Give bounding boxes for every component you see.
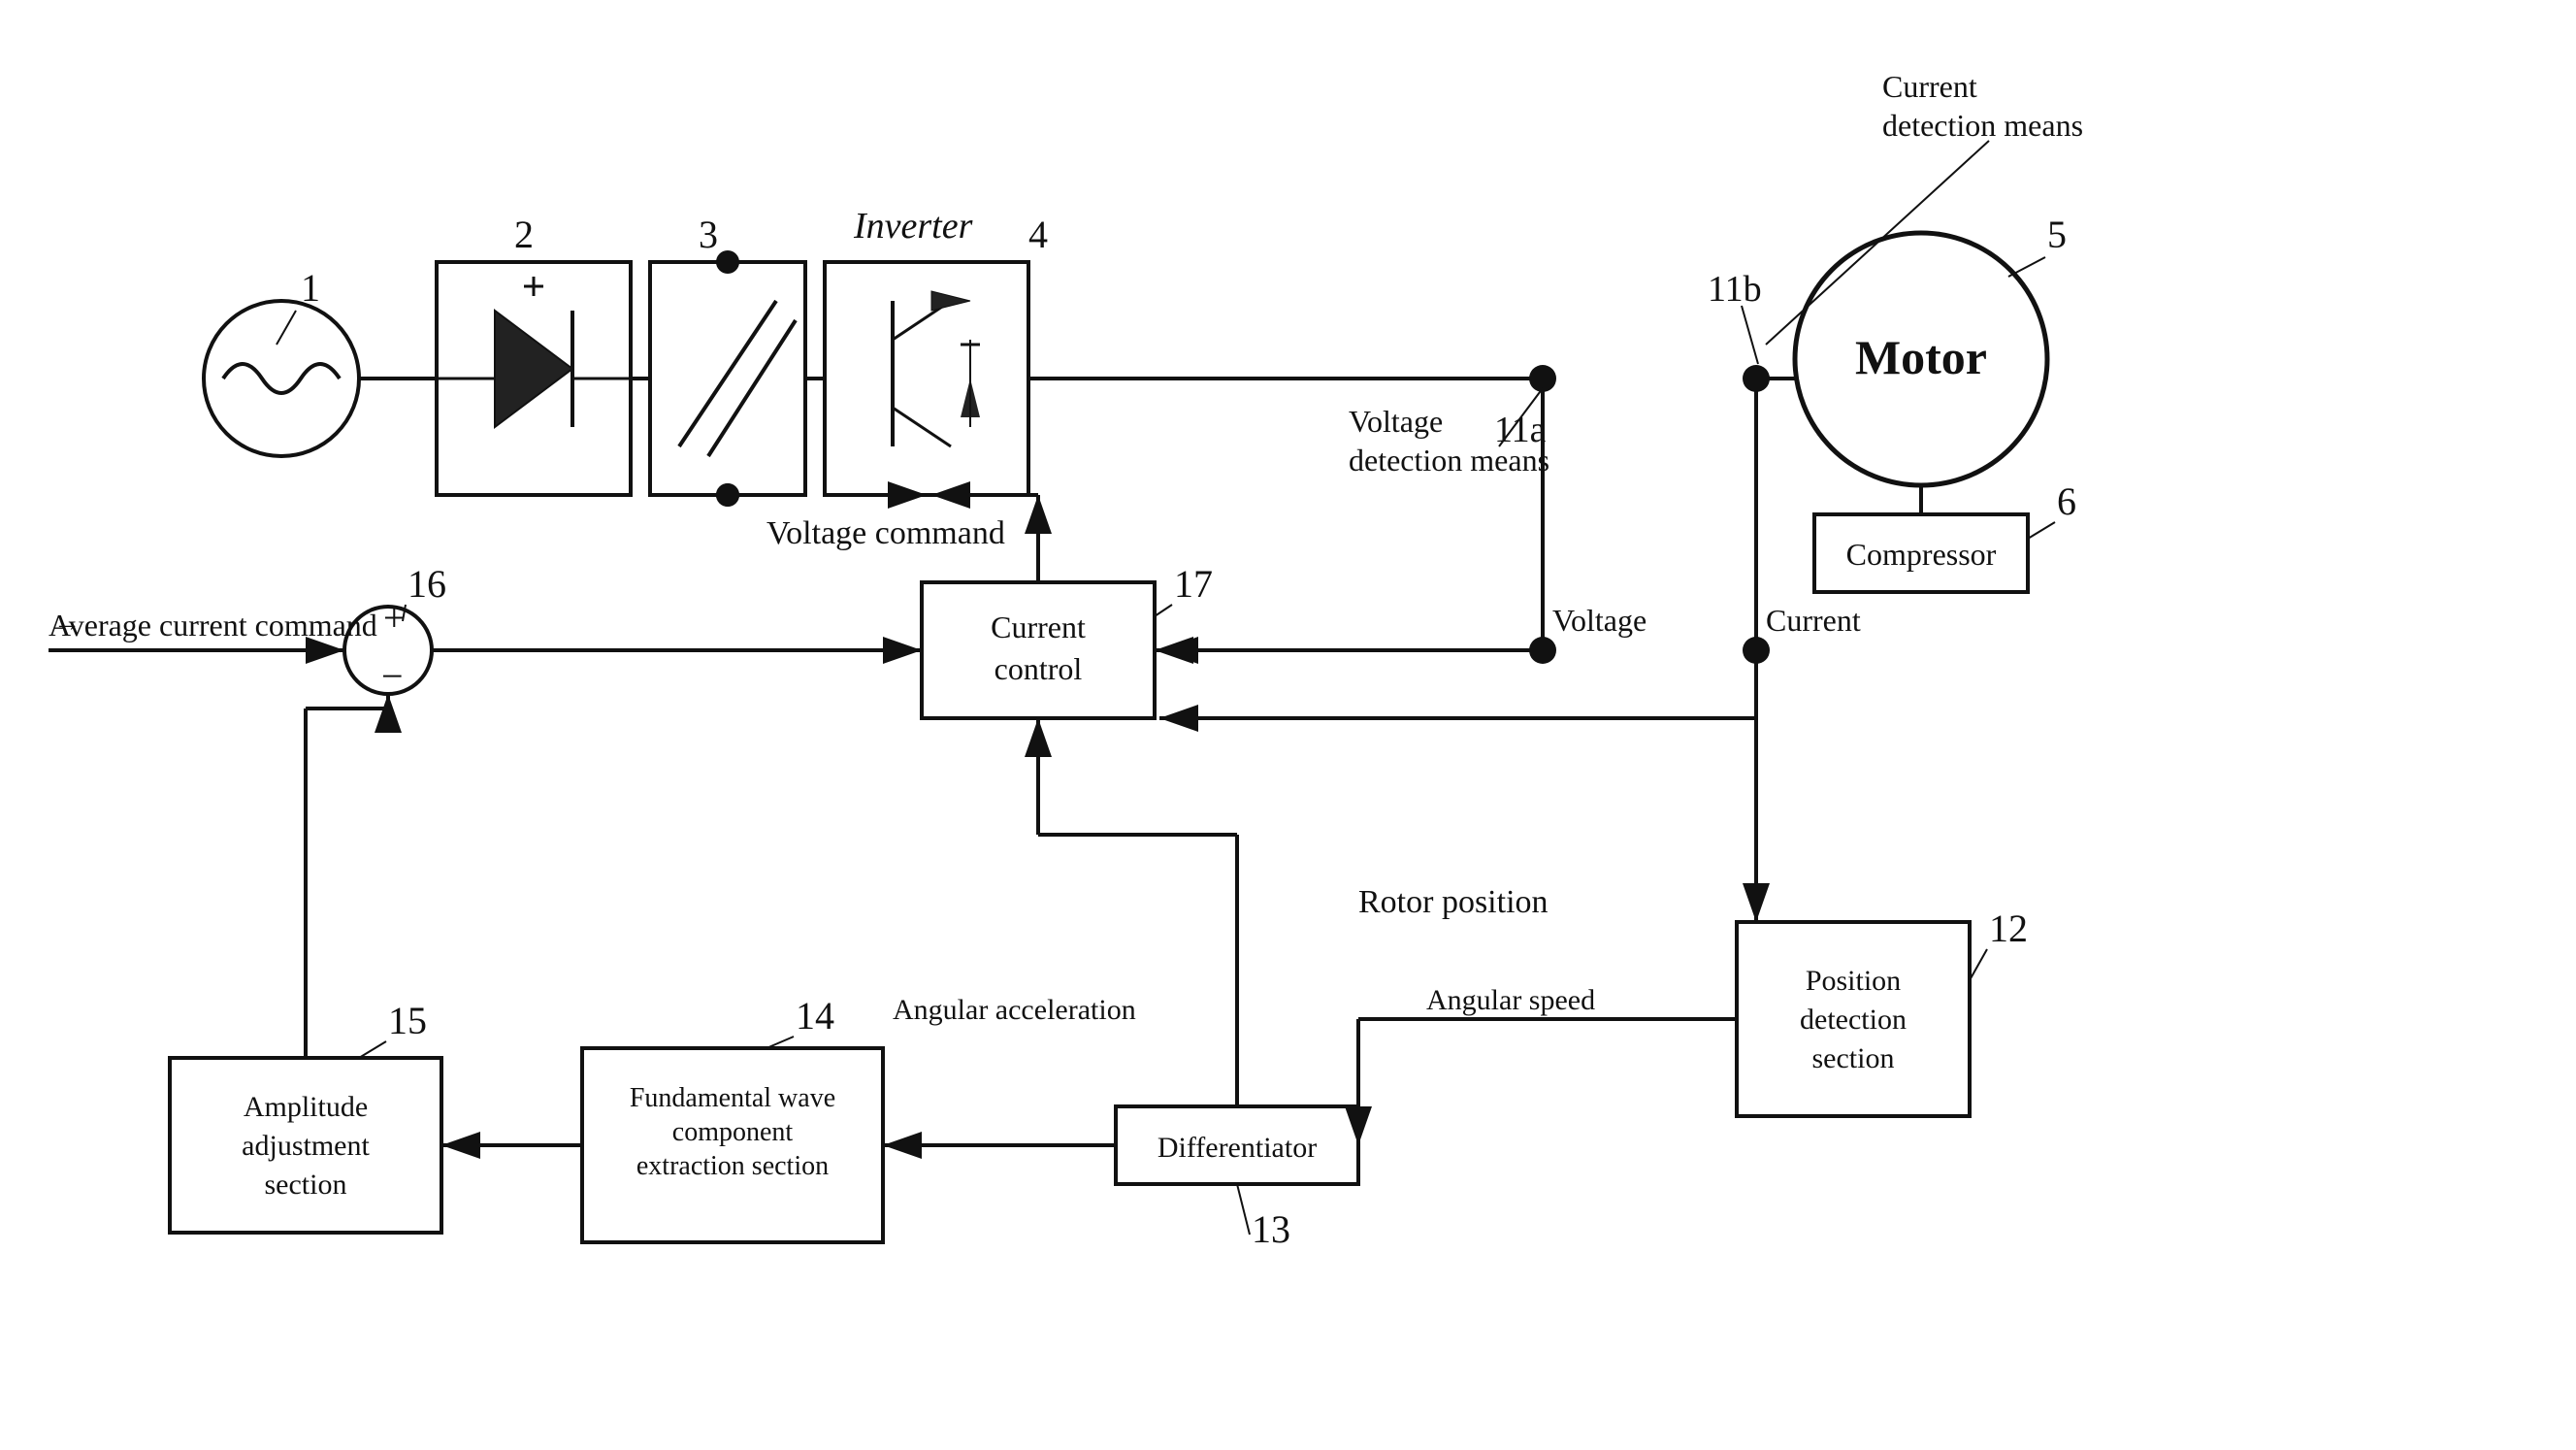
svg-text:Voltage: Voltage [1552, 603, 1647, 638]
svg-text:Current: Current [1882, 69, 1977, 104]
svg-text:13: 13 [1252, 1207, 1290, 1251]
svg-text:detection means: detection means [1349, 443, 1549, 478]
svg-text:Current: Current [1766, 603, 1861, 638]
diagram-container: Motor Compressor Current control Positio… [0, 0, 2576, 1450]
svg-text:Fundamental wave: Fundamental wave [630, 1083, 835, 1113]
svg-text:extraction section: extraction section [636, 1151, 829, 1181]
svg-text:Rotor position: Rotor position [1358, 884, 1549, 920]
svg-text:Voltage command: Voltage command [766, 515, 1005, 551]
svg-text:Motor: Motor [1855, 330, 1987, 384]
svg-text:1: 1 [301, 266, 320, 310]
svg-text:2: 2 [514, 213, 534, 256]
svg-text:12: 12 [1989, 906, 2028, 950]
svg-text:5: 5 [2047, 213, 2067, 256]
svg-text:Inverter: Inverter [853, 206, 973, 247]
svg-text:Average current command: Average current command [49, 608, 377, 643]
svg-text:section: section [265, 1169, 347, 1201]
svg-text:Differentiator: Differentiator [1158, 1132, 1317, 1164]
svg-text:Position: Position [1806, 965, 1901, 997]
svg-text:3: 3 [699, 213, 718, 256]
svg-text:→: → [53, 608, 81, 638]
svg-text:4: 4 [1028, 213, 1048, 256]
svg-text:Angular acceleration: Angular acceleration [893, 994, 1136, 1026]
svg-text:14: 14 [796, 994, 834, 1038]
svg-text:+: + [383, 596, 406, 640]
svg-text:Angular speed: Angular speed [1426, 984, 1595, 1016]
svg-text:Amplitude: Amplitude [244, 1091, 368, 1123]
svg-text:11b: 11b [1708, 269, 1762, 310]
svg-text:−: − [381, 654, 404, 698]
svg-text:Voltage: Voltage [1349, 404, 1443, 439]
svg-text:control: control [995, 651, 1083, 686]
svg-text:detection: detection [1800, 1004, 1907, 1036]
svg-text:component: component [672, 1117, 794, 1147]
svg-text:Compressor: Compressor [1846, 537, 1997, 572]
svg-text:17: 17 [1174, 562, 1213, 606]
svg-text:6: 6 [2057, 479, 2076, 523]
svg-text:adjustment: adjustment [242, 1130, 370, 1162]
svg-text:15: 15 [388, 999, 427, 1042]
svg-text:Current: Current [991, 610, 1086, 644]
svg-text:detection means: detection means [1882, 108, 2083, 143]
svg-text:16: 16 [408, 562, 446, 606]
svg-text:section: section [1812, 1042, 1895, 1074]
